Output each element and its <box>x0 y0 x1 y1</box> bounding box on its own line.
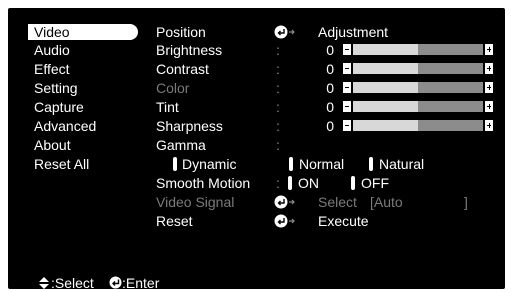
tint-slider[interactable] <box>343 101 493 112</box>
enter-icon <box>109 276 122 289</box>
slider-fill <box>353 120 418 131</box>
colon: : <box>276 99 280 115</box>
colon: : <box>276 42 280 58</box>
sharpness-slider[interactable] <box>343 120 493 131</box>
minus-icon[interactable] <box>343 63 351 74</box>
smooth-motion-option-on[interactable]: ON <box>298 175 319 191</box>
video-signal-value: [Auto <box>370 194 403 210</box>
contrast-value: 0 <box>326 61 334 77</box>
menu-item-effect[interactable]: Effect <box>28 61 138 77</box>
up-down-arrows-icon <box>39 277 49 289</box>
smooth-motion-off-marker <box>351 176 355 190</box>
menu-item-video[interactable]: Video <box>28 24 138 40</box>
brightness-slider[interactable] <box>343 44 493 55</box>
video-signal-bracket: ] <box>464 194 468 210</box>
color-label: Color <box>156 80 190 96</box>
position-label: Position <box>156 24 206 40</box>
menu-item-setting[interactable]: Setting <box>28 80 138 96</box>
contrast-label: Contrast <box>156 61 209 77</box>
gamma-option-dynamic[interactable]: Dynamic <box>182 156 236 172</box>
gamma-option-normal[interactable]: Normal <box>299 156 344 172</box>
gamma-natural-marker <box>369 157 373 171</box>
gamma-label: Gamma <box>156 137 206 153</box>
menu-item-reset-all[interactable]: Reset All <box>28 156 138 172</box>
contrast-slider[interactable] <box>343 63 493 74</box>
enter-arrow-icon <box>274 25 295 39</box>
brightness-label: Brightness <box>156 42 223 58</box>
select-hint: :Select <box>51 275 94 289</box>
reset-execute[interactable]: Execute <box>318 213 369 229</box>
smooth-motion-option-off[interactable]: OFF <box>361 175 389 191</box>
tint-value: 0 <box>326 99 334 115</box>
minus-icon[interactable] <box>343 120 351 131</box>
colon: : <box>276 118 280 134</box>
video-signal-select[interactable]: Select <box>318 194 357 210</box>
plus-icon[interactable] <box>485 101 493 112</box>
brightness-value: 0 <box>326 42 334 58</box>
colon: : <box>276 61 280 77</box>
plus-icon[interactable] <box>485 82 493 93</box>
reset-label: Reset <box>156 213 193 229</box>
enter-arrow-icon <box>274 195 295 209</box>
slider-fill <box>353 44 418 55</box>
plus-icon[interactable] <box>485 44 493 55</box>
sharpness-label: Sharpness <box>156 118 223 134</box>
colon: : <box>276 175 280 191</box>
minus-icon[interactable] <box>343 44 351 55</box>
menu-item-capture[interactable]: Capture <box>28 99 138 115</box>
smooth-motion-label: Smooth Motion <box>156 175 251 191</box>
sharpness-value: 0 <box>326 118 334 134</box>
plus-icon[interactable] <box>485 63 493 74</box>
plus-icon[interactable] <box>485 120 493 131</box>
menu-item-about[interactable]: About <box>28 137 138 153</box>
colon: : <box>276 80 280 96</box>
enter-arrow-icon <box>274 214 295 228</box>
tint-label: Tint <box>156 99 179 115</box>
video-signal-label: Video Signal <box>156 194 235 210</box>
enter-hint: :Enter <box>122 275 160 289</box>
gamma-dynamic-marker <box>173 157 177 171</box>
menu-item-advanced[interactable]: Advanced <box>28 118 138 134</box>
slider-fill <box>353 63 418 74</box>
minus-icon[interactable] <box>343 101 351 112</box>
slider-fill <box>353 101 418 112</box>
color-value: 0 <box>326 80 334 96</box>
colon: : <box>276 137 280 153</box>
smooth-motion-on-marker <box>288 176 292 190</box>
position-adjustment[interactable]: Adjustment <box>318 24 388 40</box>
projector-osd-menu: Video Audio Effect Setting Capture Advan… <box>8 8 505 289</box>
minus-icon[interactable] <box>343 82 351 93</box>
slider-fill <box>353 82 418 93</box>
color-slider[interactable] <box>343 82 493 93</box>
gamma-normal-marker <box>289 157 293 171</box>
menu-item-audio[interactable]: Audio <box>28 42 138 58</box>
gamma-option-natural[interactable]: Natural <box>379 156 424 172</box>
